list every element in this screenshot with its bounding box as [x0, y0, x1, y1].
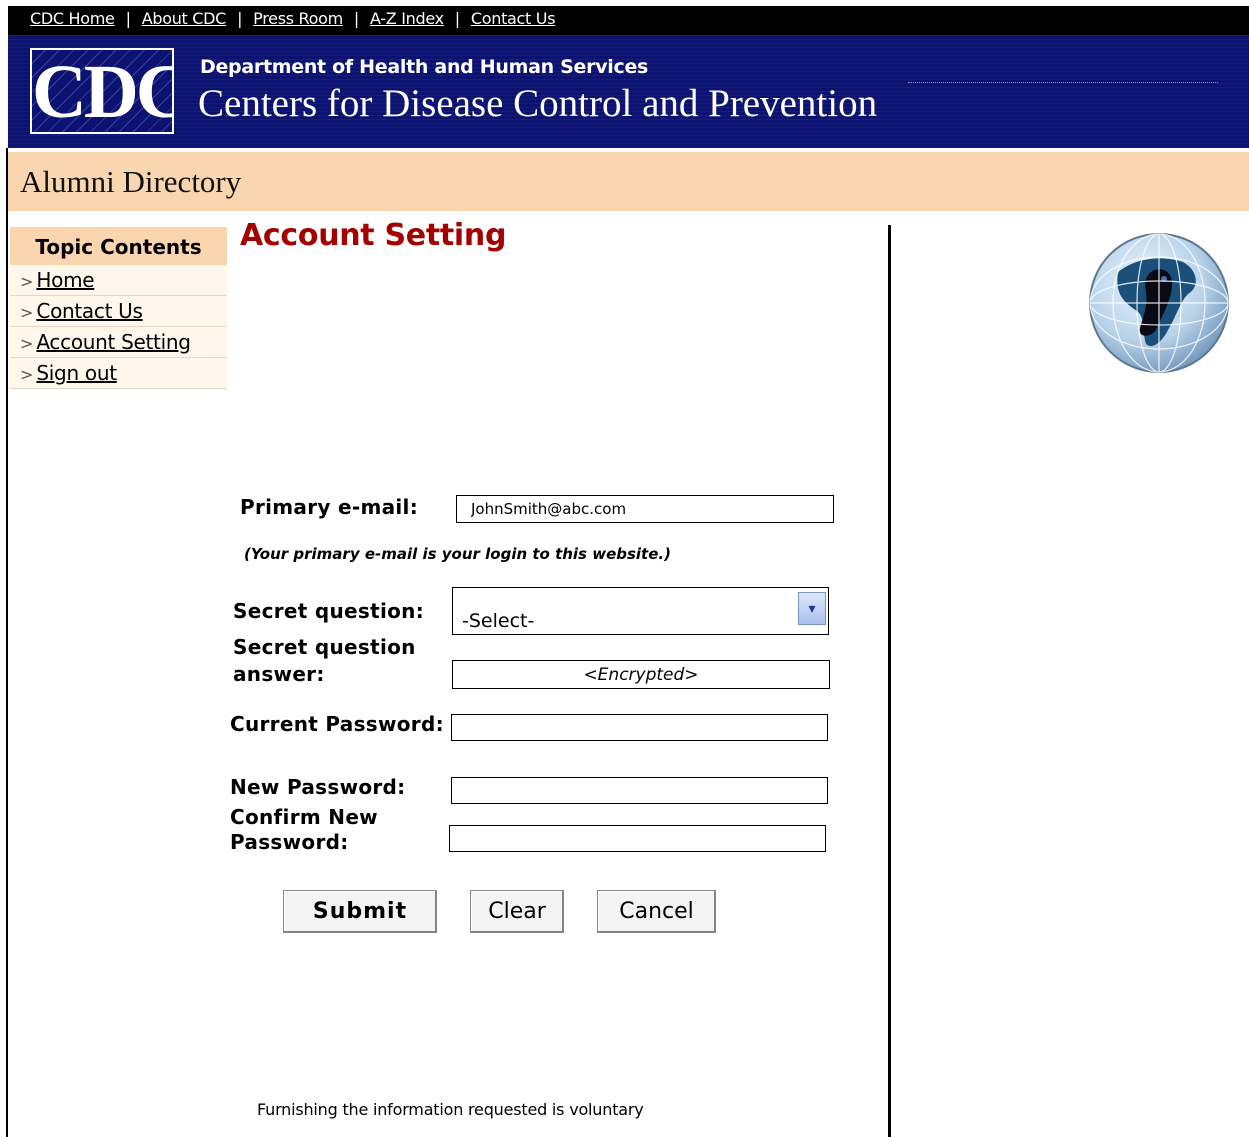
banner-divider [908, 82, 1218, 83]
primary-email-input[interactable] [457, 496, 833, 522]
current-password-label: Current Password: [230, 712, 444, 736]
nav-link-cdc-home[interactable]: CDC Home [30, 9, 115, 28]
primary-email-label: Primary e-mail: [240, 495, 418, 519]
confirm-password-field [449, 825, 826, 852]
chevron-right-icon: > [20, 365, 34, 384]
voluntary-disclosure-note: Furnishing the information requested is … [257, 1100, 644, 1119]
nav-separator: | [125, 9, 131, 28]
secret-answer-field [452, 660, 830, 689]
new-password-input[interactable] [452, 778, 827, 803]
nav-link-contact-us[interactable]: Contact Us [471, 9, 556, 28]
confirm-password-label-line-1: Confirm New [230, 805, 378, 829]
submit-button[interactable]: Submit [283, 890, 437, 933]
sidebar-link-sign-out[interactable]: Sign out [36, 361, 117, 385]
cancel-button[interactable]: Cancel [597, 890, 716, 933]
sidebar-link-account-setting[interactable]: Account Setting [36, 330, 191, 354]
sidebar-item-account-setting: > Account Setting [10, 327, 227, 358]
sidebar-item-home: > Home [10, 265, 227, 296]
chevron-down-icon[interactable]: ▾ [798, 592, 826, 625]
nav-separator: | [353, 9, 360, 28]
sidebar-item-sign-out: > Sign out [10, 358, 227, 389]
new-password-field [451, 777, 828, 804]
sidebar-item-contact-us: > Contact Us [10, 296, 227, 327]
sidebar-heading: Topic Contents [10, 227, 227, 265]
confirm-password-input[interactable] [450, 826, 825, 851]
current-password-input[interactable] [452, 715, 827, 740]
secret-answer-label: Secret question answer: [233, 634, 416, 688]
sidebar-link-home[interactable]: Home [36, 268, 94, 292]
page-title: Account Setting [240, 218, 507, 253]
chevron-right-icon: > [20, 303, 34, 322]
clear-button[interactable]: Clear [470, 890, 564, 933]
confirm-password-label: Confirm New Password: [230, 805, 378, 855]
email-login-note: (Your primary e-mail is your login to th… [244, 545, 671, 563]
new-password-label: New Password: [230, 775, 406, 799]
globe-icon [1089, 233, 1229, 373]
secret-answer-label-line-1: Secret question [233, 635, 416, 659]
top-nav-links: CDC Home | About CDC | Press Room | A-Z Index |… [30, 9, 556, 28]
secret-answer-input[interactable] [453, 661, 829, 688]
section-header: Alumni Directory [8, 152, 1249, 211]
nav-separator: | [237, 9, 243, 28]
content-divider [888, 225, 891, 1137]
nav-separator: | [454, 9, 460, 28]
cdc-logo[interactable]: CDC [30, 48, 174, 134]
agency-name: Centers for Disease Control and Preventi… [198, 82, 878, 125]
sidebar-link-contact-us[interactable]: Contact Us [36, 299, 143, 323]
department-name: Department of Health and Human Services [200, 56, 649, 78]
cdc-logo-text: CDC [32, 50, 174, 134]
cdc-banner: CDC Department of Health and Human Servi… [8, 35, 1249, 148]
secret-answer-label-line-2: answer: [233, 662, 325, 686]
nav-link-press-room[interactable]: Press Room [253, 9, 343, 28]
secret-question-label: Secret question: [233, 599, 424, 623]
section-title: Alumni Directory [20, 164, 242, 199]
nav-link-about-cdc[interactable]: About CDC [142, 9, 227, 28]
nav-link-a-z-index[interactable]: A-Z Index [370, 9, 444, 28]
top-nav-bar: CDC Home | About CDC | Press Room | A-Z Index |… [8, 6, 1249, 35]
current-password-field [451, 714, 828, 741]
chevron-right-icon: > [20, 334, 34, 353]
primary-email-field [456, 495, 834, 523]
page-left-border [6, 148, 8, 1137]
confirm-password-label-line-2: Password: [230, 830, 349, 854]
chevron-right-icon: > [20, 272, 34, 291]
secret-question-selected-value: -Select- [462, 610, 535, 632]
secret-question-select[interactable]: -Select- ▾ [452, 587, 829, 635]
topic-contents-sidebar: Topic Contents > Home > Contact Us > Accoun… [10, 227, 227, 389]
